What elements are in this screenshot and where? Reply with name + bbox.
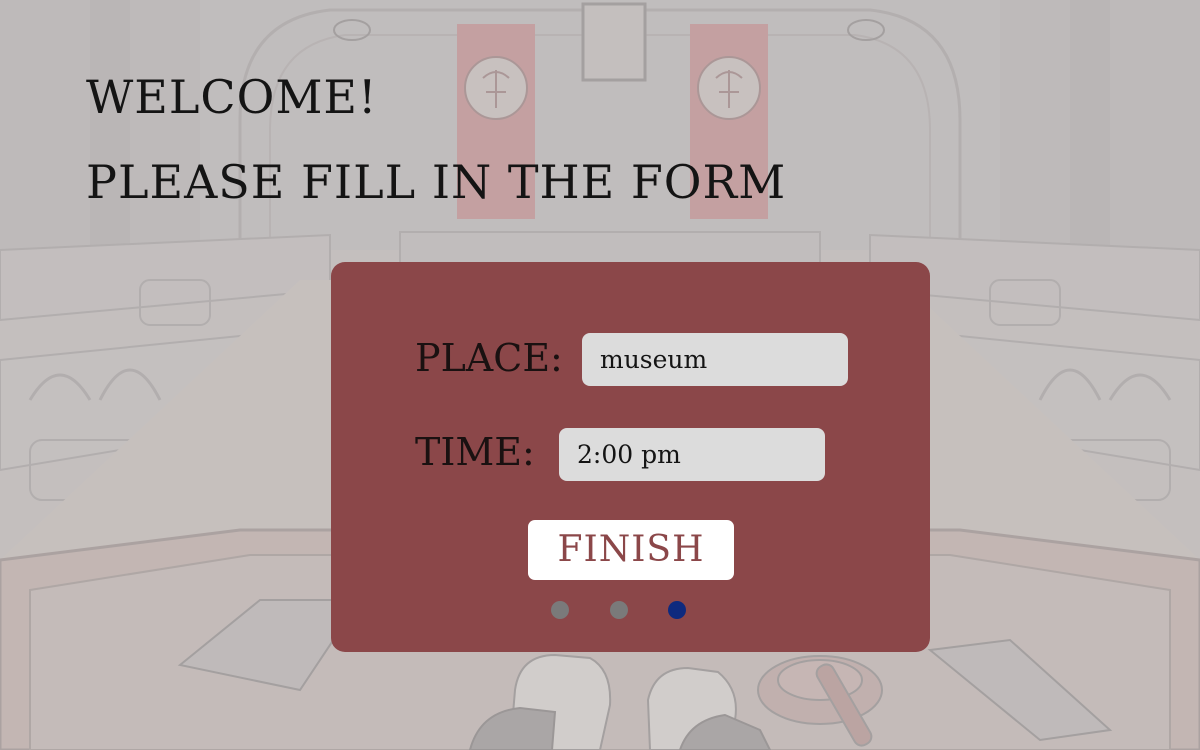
time-label: TIME: <box>415 430 535 474</box>
welcome-heading: WELCOME! <box>86 70 378 124</box>
instructions-heading: PLEASE FILL IN THE FORM <box>86 155 787 209</box>
time-input[interactable] <box>559 428 825 481</box>
place-input[interactable] <box>582 333 848 386</box>
finish-button[interactable]: FINISH <box>528 520 734 580</box>
place-label: PLACE: <box>415 336 563 380</box>
